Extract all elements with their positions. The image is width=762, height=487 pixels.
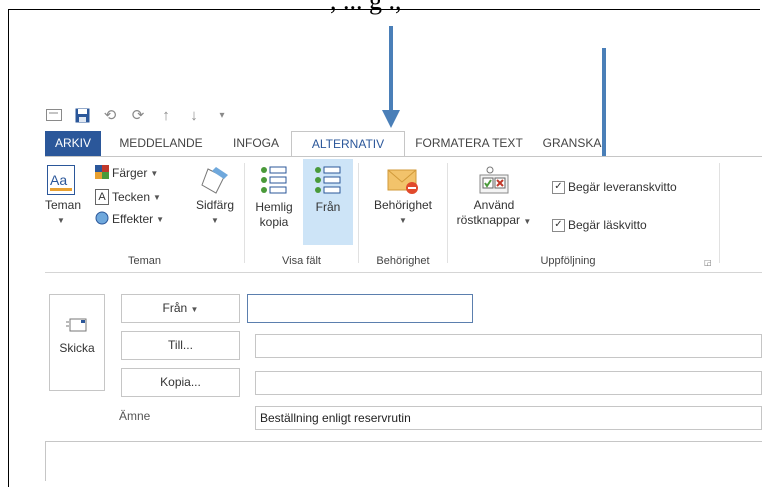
cc-field[interactable] — [255, 371, 762, 395]
chevron-down-icon: ▼ — [399, 216, 407, 225]
colors-button[interactable]: Färger ▼ — [95, 163, 158, 183]
tab-formatera-text[interactable]: FORMATERA TEXT — [405, 131, 533, 156]
chevron-down-icon: ▼ — [150, 168, 159, 178]
chevron-down-icon: ▼ — [523, 217, 532, 226]
quick-access-toolbar: ⟲ ⟳ ↑ ↓ ▾ — [45, 103, 231, 127]
customize-icon[interactable]: ▾ — [213, 106, 231, 124]
compose-header: Skicka Från ▼ Till... Kopia... Ämne Best… — [45, 273, 762, 481]
tab-alternativ[interactable]: ALTERNATIV — [291, 131, 405, 157]
group-label-uppfoljning: Uppföljning — [540, 255, 596, 267]
redo-icon[interactable]: ⟳ — [129, 106, 147, 124]
group-visa-falt: Hemlig kopia Från Visa fält — [245, 157, 358, 273]
send-button[interactable]: Skicka — [49, 294, 105, 391]
chevron-down-icon: ▼ — [190, 305, 199, 314]
voting-label-line2: röstknappar — [456, 213, 521, 227]
undo-icon[interactable]: ⟲ — [101, 106, 119, 124]
tab-arkiv[interactable]: ARKIV — [45, 131, 101, 156]
delivery-receipt-label: Begär leveranskvitto — [568, 180, 677, 194]
chevron-down-icon: ▼ — [153, 192, 161, 202]
ribbon-tabs: ARKIV MEDDELANDE INFOGA ALTERNATIV FORMA… — [45, 131, 762, 157]
from-toggle-label: Från — [315, 200, 341, 214]
ribbon: Aa Teman ▼ Färger ▼ A Tecken ▼ Effekter … — [45, 156, 762, 273]
checkbox-checked-icon: ✓ — [552, 180, 565, 194]
up-icon[interactable]: ↑ — [157, 106, 175, 124]
themes-label: Teman — [45, 198, 82, 212]
fonts-label: Tecken — [112, 190, 151, 204]
chevron-down-icon: ▼ — [57, 216, 65, 225]
voting-buttons-icon — [478, 165, 510, 195]
to-field[interactable] — [255, 334, 762, 358]
chevron-down-icon: ▼ — [156, 214, 165, 224]
fonts-icon: A — [95, 189, 109, 205]
permission-button[interactable]: Behörighet ▼ — [363, 165, 443, 228]
fonts-button[interactable]: A Tecken ▼ — [95, 187, 161, 207]
page-color-button[interactable]: Sidfärg ▼ — [191, 165, 239, 228]
from-toggle-button[interactable]: Från — [303, 159, 353, 245]
subject-label: Ämne — [119, 409, 151, 423]
group-uppfoljning: Använd röstknappar ▼ ✓ Begär leveranskvi… — [448, 157, 718, 273]
from-field[interactable] — [247, 294, 473, 323]
group-label-visa-falt: Visa fält — [282, 255, 321, 267]
tab-infoga[interactable]: INFOGA — [221, 131, 291, 156]
read-receipt-checkbox[interactable]: ✓ Begär läskvitto — [552, 215, 647, 235]
group-separator — [719, 163, 720, 263]
to-button[interactable]: Till... — [121, 331, 240, 360]
cc-button[interactable]: Kopia... — [121, 368, 240, 397]
page-color-label: Sidfärg — [195, 198, 235, 212]
group-teman: Aa Teman ▼ Färger ▼ A Tecken ▼ Effekter … — [45, 157, 244, 273]
effects-button[interactable]: Effekter ▼ — [95, 209, 164, 229]
voting-label-line1: Använd — [473, 198, 515, 212]
outlook-message-window: ⟲ ⟳ ↑ ↓ ▾ ARKIV MEDDELANDE INFOGA ALTERN… — [45, 97, 762, 481]
from-button[interactable]: Från ▼ — [121, 294, 240, 323]
bcc-label-line2: kopia — [259, 215, 289, 229]
from-button-label: Från — [162, 301, 188, 315]
bcc-label-line1: Hemlig — [255, 200, 293, 214]
dialog-launcher-icon[interactable]: ◲ — [704, 258, 712, 267]
themes-icon: Aa — [47, 165, 75, 195]
effects-label: Effekter — [112, 212, 154, 226]
chevron-down-icon: ▼ — [211, 216, 219, 225]
mail-icon[interactable] — [45, 106, 63, 124]
read-receipt-label: Begär läskvitto — [568, 218, 647, 232]
group-label-behorighet: Behörighet — [376, 255, 430, 267]
group-behorighet: Behörighet ▼ Behörighet — [359, 157, 447, 273]
voting-buttons-button[interactable]: Använd röstknappar ▼ — [448, 165, 540, 229]
page-color-icon — [200, 165, 230, 195]
from-field-icon — [314, 165, 342, 197]
down-icon[interactable]: ↓ — [185, 106, 203, 124]
send-icon — [66, 317, 88, 333]
effects-icon — [95, 211, 109, 228]
send-label: Skicka — [59, 341, 95, 355]
tab-granska[interactable]: GRANSKA — [533, 131, 611, 156]
permission-label: Behörighet — [373, 198, 433, 212]
colors-label: Färger — [112, 166, 148, 180]
message-body[interactable] — [45, 441, 762, 481]
themes-button[interactable]: Aa Teman ▼ — [45, 165, 82, 228]
envelope-icon — [387, 165, 419, 195]
checkbox-checked-icon: ✓ — [552, 218, 565, 232]
svg-text:Aa: Aa — [50, 172, 67, 188]
group-label-teman: Teman — [127, 255, 162, 267]
bcc-button[interactable]: Hemlig kopia — [251, 165, 297, 230]
delivery-receipt-checkbox[interactable]: ✓ Begär leveranskvitto — [552, 177, 677, 197]
bcc-icon — [260, 165, 288, 197]
subject-field[interactable]: Beställning enligt reservrutin — [255, 406, 762, 430]
tab-meddelande[interactable]: MEDDELANDE — [101, 131, 221, 156]
save-icon[interactable] — [73, 106, 91, 124]
colors-icon — [95, 164, 109, 182]
